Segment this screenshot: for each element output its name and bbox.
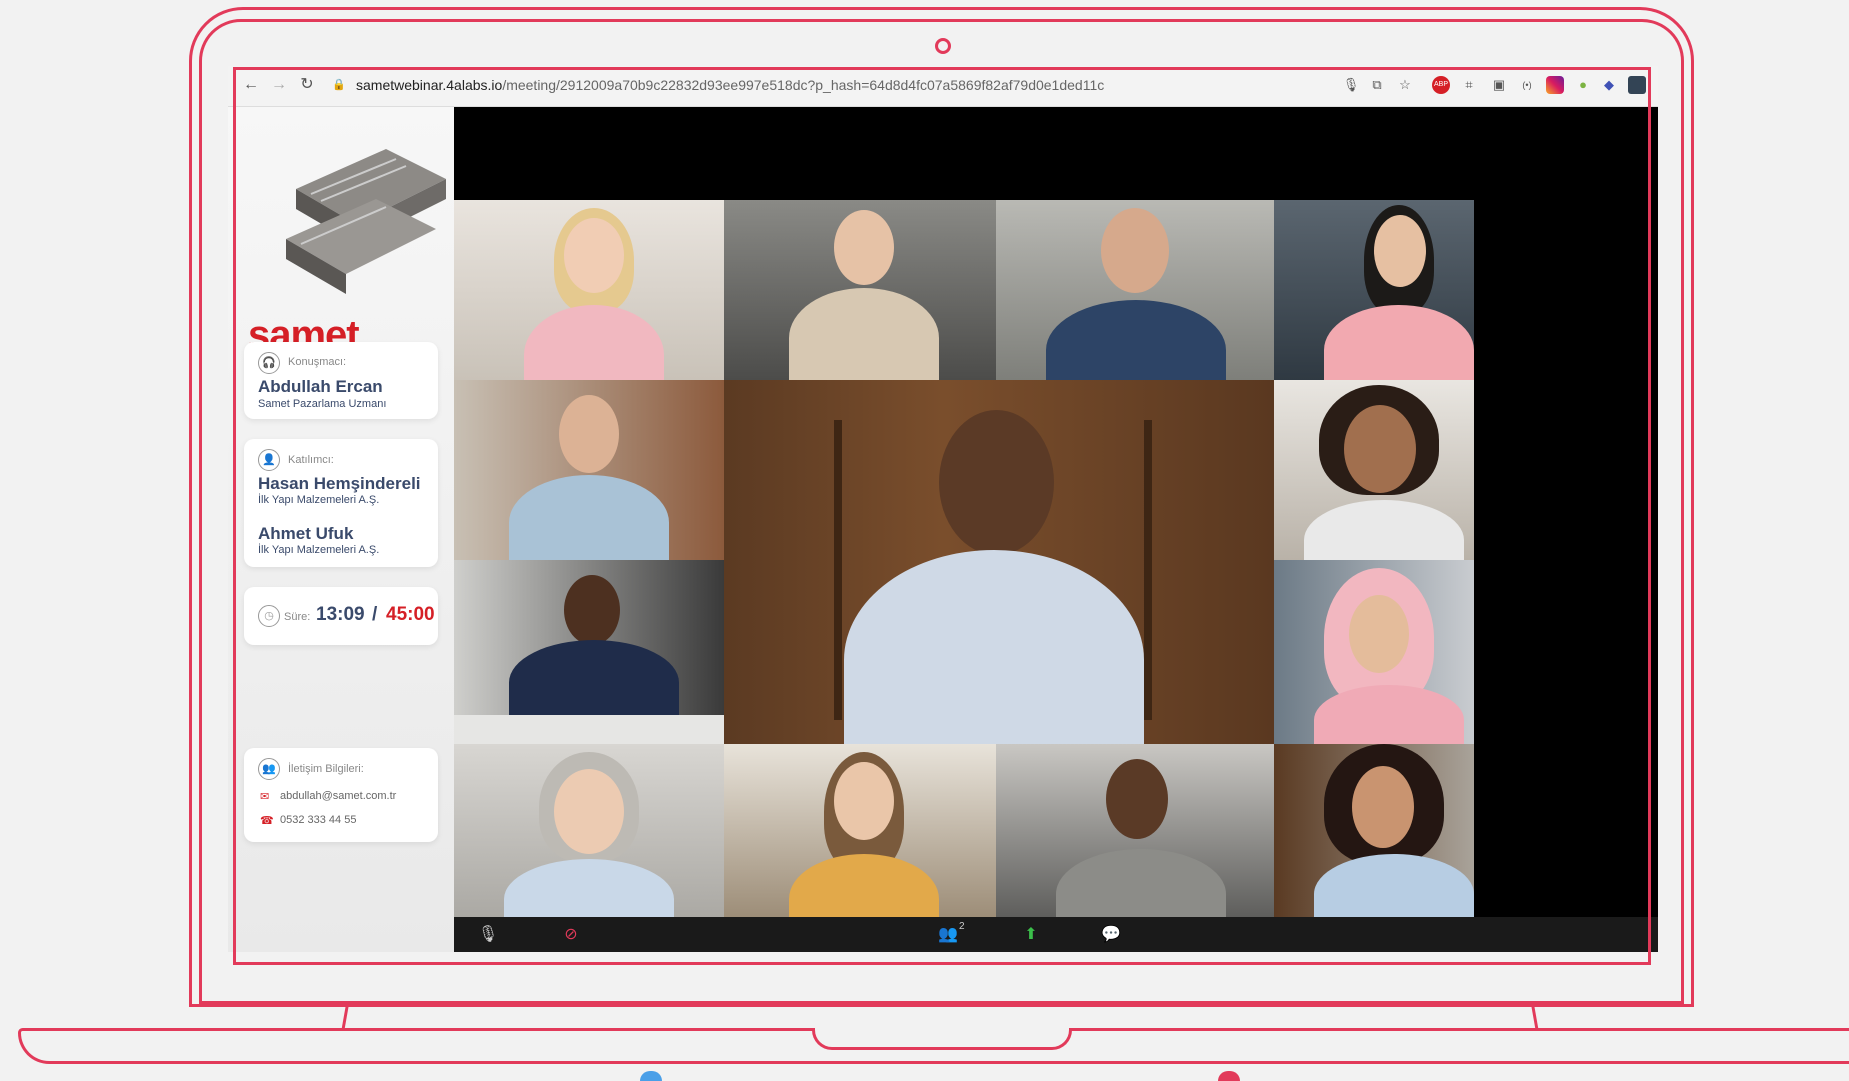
laptop-notch bbox=[812, 1028, 1072, 1050]
browser-toolbar: ← → ↻ 🔒 sametwebinar.4alabs.io/meeting/2… bbox=[228, 66, 1658, 107]
camera-off-icon[interactable]: ⊘ bbox=[559, 925, 583, 945]
headset-icon: 🎧 bbox=[258, 352, 280, 374]
translate-icon[interactable]: ⧉ bbox=[1368, 76, 1386, 94]
video-tile[interactable] bbox=[724, 200, 996, 380]
contact-label: İletişim Bilgileri: bbox=[288, 763, 364, 775]
chat-icon[interactable]: 💬 bbox=[1099, 925, 1123, 945]
video-tile[interactable] bbox=[724, 744, 996, 924]
share-screen-icon[interactable]: ⬆ bbox=[1019, 925, 1043, 945]
people-icon: 👥 bbox=[258, 758, 280, 780]
meeting-toolbar: 🎙 ⊘ 👥 2 ⬆ 💬 bbox=[454, 917, 1658, 952]
video-area bbox=[454, 107, 1658, 952]
video-tile[interactable] bbox=[1274, 560, 1474, 744]
participant-company: İlk Yapı Malzemeleri A.Ş. bbox=[258, 544, 380, 556]
contact-card: 👥 İletişim Bilgileri: ✉ abdullah@samet.c… bbox=[244, 748, 438, 842]
video-tile-active-speaker[interactable] bbox=[724, 380, 1274, 744]
participant-company: İlk Yapı Malzemeleri A.Ş. bbox=[258, 494, 380, 506]
url-host: sametwebinar.4alabs.io bbox=[356, 77, 503, 93]
sidebar: samet 🎧 Konuşmacı: Abdullah Ercan Samet … bbox=[228, 107, 454, 952]
participants-count: 2 bbox=[959, 921, 965, 932]
instagram-icon[interactable] bbox=[1546, 76, 1564, 94]
duration-card: ◷ Süre: 13:09 / 45:00 bbox=[244, 587, 438, 645]
speaker-title: Samet Pazarlama Uzmanı bbox=[258, 398, 387, 410]
cast-icon[interactable]: (•) bbox=[1518, 76, 1536, 94]
participant-name: Hasan Hemşindereli bbox=[258, 474, 421, 493]
lock-icon: 🔒 bbox=[332, 79, 346, 91]
duration-elapsed: 13:09 bbox=[316, 604, 365, 625]
participant-name: Ahmet Ufuk bbox=[258, 524, 354, 543]
participants-label: Katılımcı: bbox=[288, 454, 334, 466]
duration-separator: / bbox=[372, 604, 378, 625]
contact-email[interactable]: abdullah@samet.com.tr bbox=[280, 790, 396, 802]
extension-icon-2[interactable] bbox=[1628, 76, 1646, 94]
indicator-red bbox=[1218, 1071, 1240, 1081]
speaker-name: Abdullah Ercan bbox=[258, 377, 383, 396]
extension-icon[interactable]: ◆ bbox=[1600, 76, 1618, 94]
drawer-illustration bbox=[286, 149, 446, 294]
webcam-dot bbox=[935, 38, 951, 54]
video-tile[interactable] bbox=[1274, 380, 1474, 560]
url-path: /meeting/2912009a70b9c22832d93ee997e518d… bbox=[502, 77, 1105, 93]
video-tile[interactable] bbox=[1274, 744, 1474, 924]
contact-phone[interactable]: 0532 333 44 55 bbox=[280, 814, 356, 826]
adblock-icon[interactable]: ABP bbox=[1432, 76, 1450, 94]
video-tile[interactable] bbox=[454, 200, 724, 380]
pip-icon[interactable]: ▣ bbox=[1490, 76, 1508, 94]
star-icon[interactable]: ☆ bbox=[1396, 76, 1414, 94]
duration-label: Süre: bbox=[284, 611, 311, 623]
screenshot-icon[interactable]: ⌗ bbox=[1460, 76, 1478, 94]
reload-icon[interactable]: ↻ bbox=[298, 76, 316, 94]
mic-icon[interactable]: 🎙 bbox=[1342, 76, 1360, 94]
duration-total: 45:00 bbox=[386, 604, 435, 625]
speaker-label: Konuşmacı: bbox=[288, 356, 347, 368]
clock-icon: ◷ bbox=[258, 605, 280, 627]
video-tile[interactable] bbox=[454, 744, 724, 924]
mail-icon: ✉ bbox=[260, 791, 270, 803]
speaker-card: 🎧 Konuşmacı: Abdullah Ercan Samet Pazarl… bbox=[244, 342, 438, 419]
video-tile[interactable] bbox=[996, 200, 1274, 380]
indicator-blue bbox=[640, 1071, 662, 1081]
video-tile[interactable] bbox=[1274, 200, 1474, 380]
address-bar[interactable]: sametwebinar.4alabs.io/meeting/2912009a7… bbox=[356, 77, 1104, 93]
mic-icon[interactable]: 🎙 bbox=[476, 925, 500, 945]
participants-icon[interactable]: 👥 bbox=[936, 925, 960, 945]
drop-icon[interactable]: ● bbox=[1574, 76, 1592, 94]
participants-card: 👤 Katılımcı: Hasan Hemşindereli İlk Yapı… bbox=[244, 439, 438, 567]
screen: ← → ↻ 🔒 sametwebinar.4alabs.io/meeting/2… bbox=[228, 66, 1658, 952]
forward-icon[interactable]: → bbox=[270, 76, 288, 94]
user-icon: 👤 bbox=[258, 449, 280, 471]
phone-icon: ☎ bbox=[260, 815, 274, 827]
video-tile[interactable] bbox=[454, 380, 724, 560]
back-icon[interactable]: ← bbox=[242, 76, 260, 94]
video-tile[interactable] bbox=[996, 744, 1274, 924]
video-tile[interactable] bbox=[454, 560, 724, 744]
